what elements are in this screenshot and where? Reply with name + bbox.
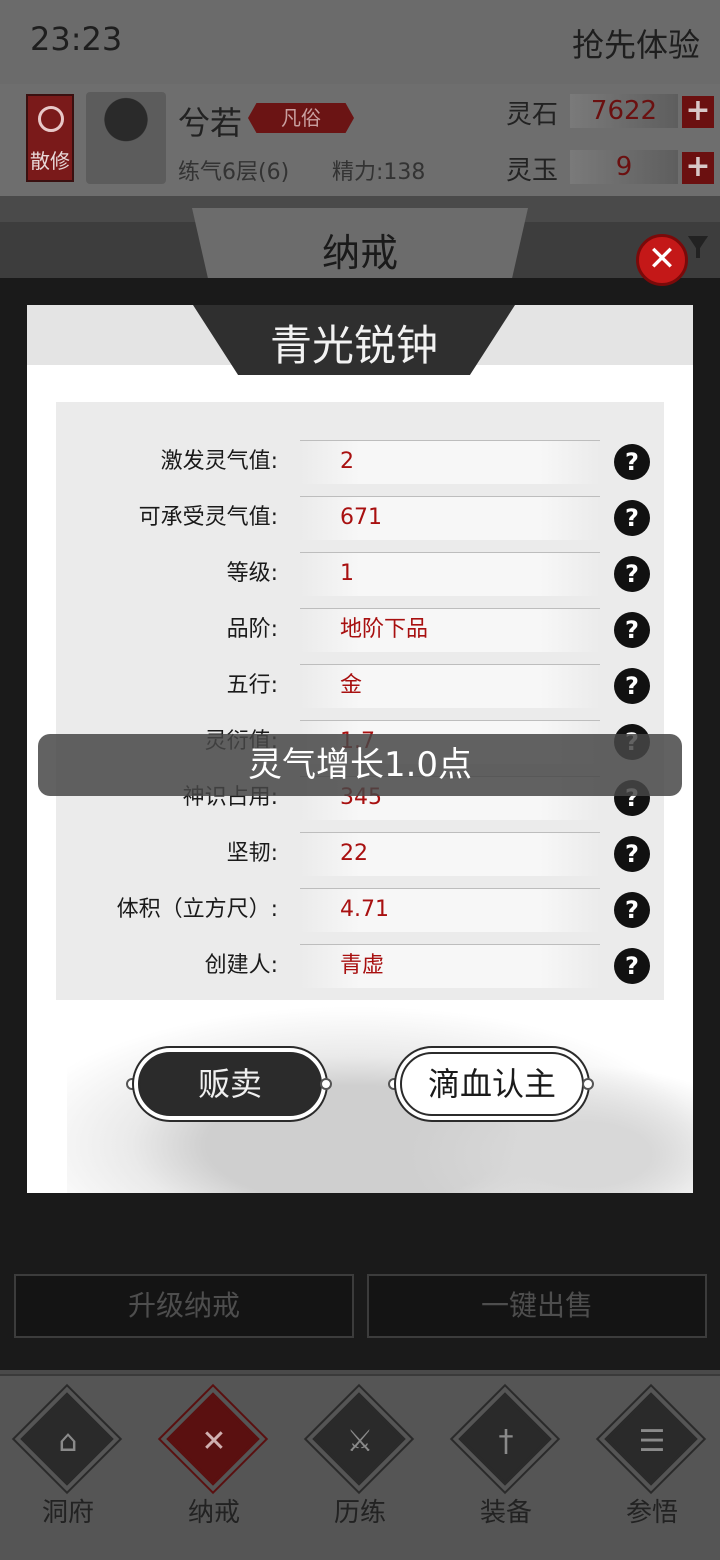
nav-label: 历练	[333, 1498, 386, 1528]
attr-value: 1	[340, 561, 354, 586]
attr-value: 2	[340, 449, 354, 474]
nav-label: 洞府	[41, 1498, 94, 1528]
nav-item-training[interactable]: ⚔ 历练	[300, 1392, 420, 1546]
help-icon[interactable]: ?	[614, 948, 650, 984]
blood-bind-button[interactable]: 滴血认主	[400, 1052, 584, 1116]
attr-label: 可承受灵气值:	[138, 505, 278, 530]
attr-label: 等级:	[226, 561, 278, 586]
add-spirit-jade-button[interactable]: +	[682, 152, 714, 184]
spirit-stone-label: 灵石	[506, 100, 559, 130]
attr-label: 坚韧:	[226, 841, 278, 866]
sect-badge[interactable]: 散修	[26, 94, 74, 182]
spirit-jade-label: 灵玉	[506, 156, 559, 186]
attr-label: 激发灵气值:	[160, 449, 278, 474]
avatar[interactable]	[86, 92, 166, 184]
help-icon[interactable]: ?	[614, 668, 650, 704]
help-icon[interactable]: ?	[614, 892, 650, 928]
attr-value: 671	[340, 505, 382, 530]
attr-row: 等级: 1 ?	[56, 546, 664, 602]
status-bar: 23:23 抢先体验	[0, 0, 720, 84]
nav-item-equipment[interactable]: † 装备	[446, 1392, 566, 1546]
attr-row: 可承受灵气值: 671 ?	[56, 490, 664, 546]
bottom-nav: ⌂ 洞府 ✕ 纳戒 ⚔ 历练 † 装备 ☰ 参悟	[0, 1374, 720, 1560]
page-title: 纳戒	[321, 231, 398, 275]
early-access-label[interactable]: 抢先体验	[572, 20, 700, 66]
attr-label: 体积（立方尺）:	[116, 897, 278, 922]
energy-value: 精力:138	[332, 160, 426, 185]
attr-row: 体积（立方尺）: 4.71 ?	[56, 882, 664, 938]
help-icon[interactable]: ?	[614, 444, 650, 480]
attr-label: 五行:	[226, 673, 278, 698]
sell-all-button[interactable]: 一键出售	[367, 1274, 707, 1338]
attr-value: 4.71	[340, 897, 389, 922]
attr-value: 青虚	[340, 953, 385, 978]
item-name: 青光锐钟	[269, 321, 438, 370]
attr-row: 品阶: 地阶下品 ?	[56, 602, 664, 658]
nav-label: 装备	[479, 1498, 532, 1528]
spirit-stone-value: 7622	[570, 94, 678, 128]
cultivation-level: 练气6层(6)	[178, 160, 290, 185]
toast-message: 灵气增长1.0点	[38, 734, 682, 796]
help-icon[interactable]: ?	[614, 612, 650, 648]
nav-item-cave[interactable]: ⌂ 洞府	[8, 1392, 128, 1546]
attr-row: 创建人: 青虚 ?	[56, 938, 664, 994]
upgrade-ring-button[interactable]: 升级纳戒	[14, 1274, 354, 1338]
help-icon[interactable]: ?	[614, 500, 650, 536]
nav-item-comprehend[interactable]: ☰ 参悟	[592, 1392, 712, 1546]
nav-label: 参悟	[625, 1498, 678, 1528]
close-button[interactable]: ✕	[636, 234, 688, 286]
attr-label: 品阶:	[226, 617, 278, 642]
player-name: 兮若	[178, 104, 243, 142]
attr-value: 22	[340, 841, 368, 866]
attr-value: 地阶下品	[340, 617, 429, 642]
attr-row: 五行: 金 ?	[56, 658, 664, 714]
attr-value: 金	[340, 673, 363, 698]
rank-badge: 凡俗	[248, 103, 354, 133]
sell-button[interactable]: 贩卖	[138, 1052, 322, 1116]
lotus-icon	[38, 106, 64, 132]
help-icon[interactable]: ?	[614, 556, 650, 592]
nav-label: 纳戒	[187, 1498, 240, 1528]
nav-item-ring[interactable]: ✕ 纳戒	[154, 1392, 274, 1546]
attr-row: 坚韧: 22 ?	[56, 826, 664, 882]
status-time: 23:23	[30, 20, 123, 58]
spirit-jade-value: 9	[570, 150, 678, 184]
profile-header: 散修 兮若 凡俗 练气6层(6) 精力:138 灵石 7622 + 灵玉 9 +	[0, 84, 720, 196]
help-icon[interactable]: ?	[614, 836, 650, 872]
add-spirit-stone-button[interactable]: +	[682, 96, 714, 128]
attr-row: 激发灵气值: 2 ?	[56, 434, 664, 490]
attr-label: 创建人:	[204, 953, 278, 978]
sect-badge-label: 散修	[30, 149, 70, 173]
